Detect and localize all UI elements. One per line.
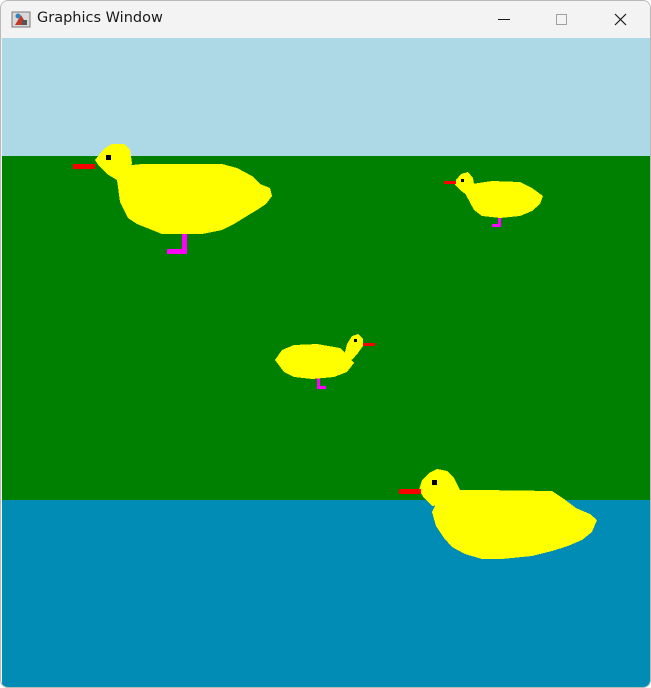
close-button[interactable] <box>598 1 644 38</box>
title-bar[interactable]: Graphics Window <box>1 1 650 38</box>
duck-eye <box>106 155 111 160</box>
sky <box>2 38 650 156</box>
window-title: Graphics Window <box>37 10 163 26</box>
duck-eye <box>354 339 357 342</box>
duck-beak <box>363 343 375 346</box>
graphics-canvas[interactable] <box>2 38 651 688</box>
duck-foot <box>317 386 326 389</box>
duck-foot <box>167 249 187 254</box>
duck-foot <box>492 224 501 227</box>
minimize-button[interactable] <box>481 1 527 38</box>
grass-field <box>2 156 650 500</box>
duck-beak <box>444 181 456 184</box>
duck-eye <box>461 179 464 182</box>
maximize-icon <box>556 14 567 25</box>
duck-beak <box>73 164 95 169</box>
graphics-window: Graphics Window <box>0 0 651 688</box>
maximize-button[interactable] <box>538 1 584 38</box>
close-icon <box>614 13 627 26</box>
duck-beak <box>399 489 421 494</box>
minimize-icon <box>498 19 510 20</box>
java-app-icon <box>11 11 31 28</box>
duck-eye <box>432 480 437 485</box>
